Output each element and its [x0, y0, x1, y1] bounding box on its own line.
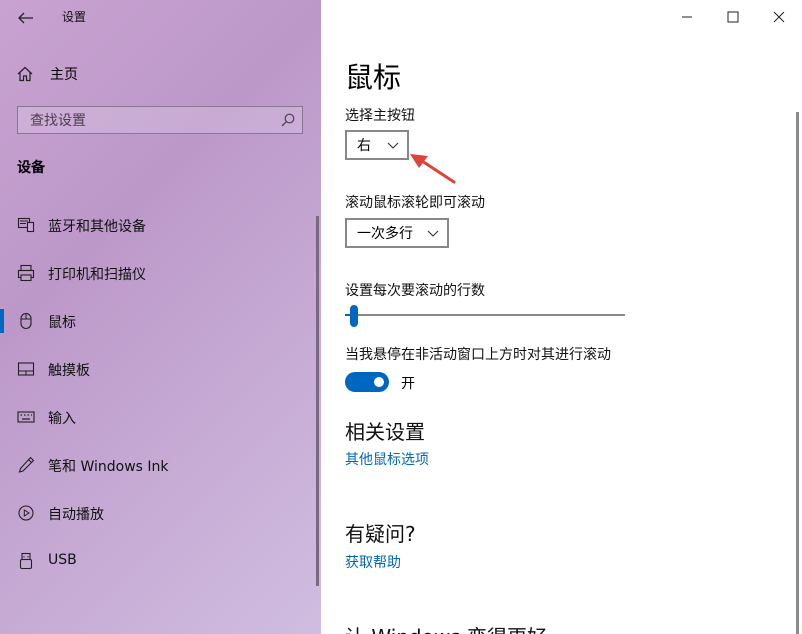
sidebar-item-label: 笔和 Windows Ink — [48, 459, 169, 475]
sidebar-item-mouse[interactable]: 鼠标 — [0, 297, 314, 345]
back-arrow-icon — [18, 12, 33, 24]
maximize-button[interactable] — [710, 0, 756, 34]
mouse-icon — [20, 312, 32, 330]
minimize-icon — [682, 16, 692, 18]
home-icon — [17, 66, 33, 82]
app-title: 设置 — [62, 10, 87, 24]
inactive-scroll-toggle[interactable] — [345, 372, 389, 392]
get-help-link[interactable]: 获取帮助 — [345, 552, 401, 572]
sidebar-item-label: 自动播放 — [48, 507, 104, 523]
minimize-button[interactable] — [664, 0, 710, 34]
maximize-icon — [727, 11, 739, 23]
sidebar-item-home[interactable]: 主页 — [16, 62, 78, 86]
usb-icon — [19, 552, 33, 570]
feedback-heading: 让 Windows 变得更好 — [345, 621, 547, 634]
questions-heading: 有疑问? — [345, 522, 416, 546]
additional-mouse-options-link[interactable]: 其他鼠标选项 — [345, 449, 429, 469]
sidebar-item-label: USB — [48, 552, 77, 568]
scroll-lines-slider-track[interactable] — [345, 314, 625, 316]
primary-button-dropdown[interactable]: 右 — [345, 130, 409, 160]
sidebar-item-printers[interactable]: 打印机和扫描仪 — [0, 249, 314, 297]
keyboard-icon — [17, 411, 35, 423]
settings-window: 设置 主页 设备 蓝牙和其他设备 — [0, 0, 802, 634]
sidebar-item-label: 打印机和扫描仪 — [48, 267, 146, 283]
sidebar: 设置 主页 设备 蓝牙和其他设备 — [0, 0, 321, 634]
primary-button-label: 选择主按钮 — [345, 108, 415, 124]
scroll-mode-value: 一次多行 — [357, 226, 413, 242]
search-box[interactable] — [17, 106, 303, 134]
scroll-mode-dropdown[interactable]: 一次多行 — [345, 218, 449, 248]
pen-icon — [18, 456, 35, 473]
close-icon — [773, 11, 785, 23]
sidebar-item-pen[interactable]: 笔和 Windows Ink — [0, 441, 314, 489]
inactive-scroll-state: 开 — [401, 376, 415, 392]
back-button[interactable] — [14, 6, 38, 30]
chevron-down-icon — [387, 142, 399, 149]
search-icon[interactable] — [280, 112, 296, 128]
autoplay-icon — [18, 505, 34, 521]
page-title: 鼠标 — [345, 61, 402, 94]
sidebar-item-label: 蓝牙和其他设备 — [48, 219, 146, 235]
main-scrollbar[interactable] — [796, 112, 799, 634]
inactive-scroll-label: 当我悬停在非活动窗口上方时对其进行滚动 — [345, 347, 611, 363]
annotation-arrow — [410, 154, 456, 184]
printer-icon — [17, 264, 35, 282]
sidebar-item-bluetooth[interactable]: 蓝牙和其他设备 — [0, 201, 314, 249]
close-button[interactable] — [756, 0, 802, 34]
scroll-lines-slider-thumb[interactable] — [350, 305, 359, 327]
toggle-knob — [374, 377, 384, 387]
sidebar-item-label: 鼠标 — [48, 315, 76, 331]
sidebar-item-usb[interactable]: USB — [0, 537, 314, 585]
sidebar-item-typing[interactable]: 输入 — [0, 393, 314, 441]
scroll-mode-label: 滚动鼠标滚轮即可滚动 — [345, 195, 485, 211]
primary-button-value: 右 — [357, 138, 371, 154]
bluetooth-devices-icon — [17, 217, 35, 233]
sidebar-item-touchpad[interactable]: 触摸板 — [0, 345, 314, 393]
sidebar-item-label: 触摸板 — [48, 363, 90, 379]
section-title: 设备 — [17, 160, 45, 176]
chevron-down-icon — [427, 230, 439, 237]
related-settings-heading: 相关设置 — [345, 420, 425, 444]
scroll-lines-label: 设置每次要滚动的行数 — [345, 283, 485, 299]
home-label: 主页 — [50, 67, 78, 83]
sidebar-item-autoplay[interactable]: 自动播放 — [0, 489, 314, 537]
sidebar-item-label: 输入 — [48, 411, 76, 427]
sidebar-scrollbar[interactable] — [316, 216, 319, 586]
search-input[interactable] — [28, 111, 272, 131]
selection-indicator — [0, 309, 4, 333]
touchpad-icon — [17, 362, 35, 376]
